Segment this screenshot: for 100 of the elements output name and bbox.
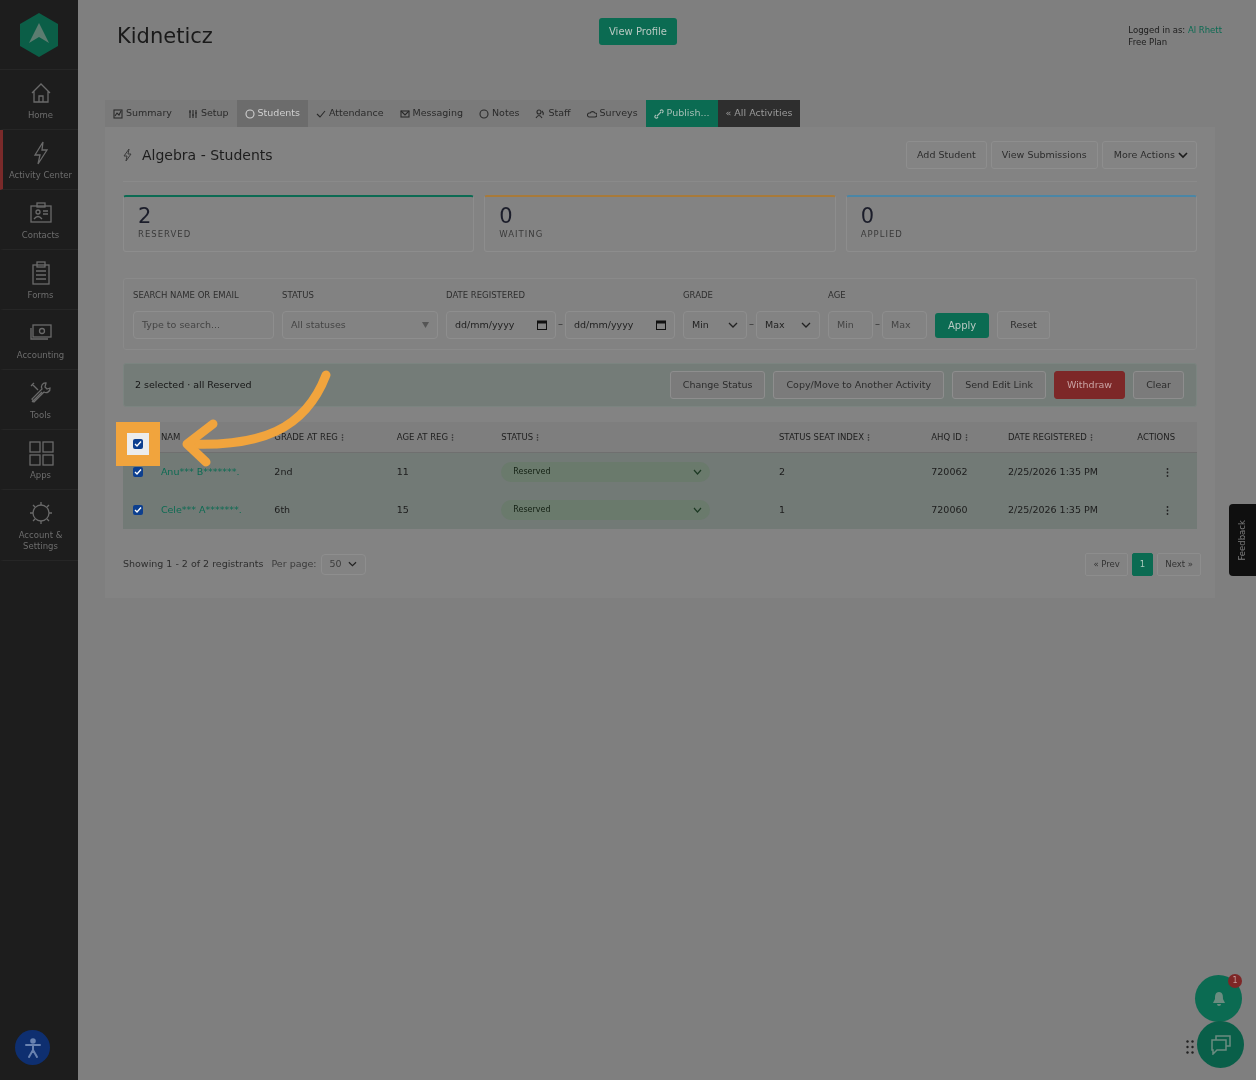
range-dash: – [557,316,564,331]
more-actions-button[interactable]: More Actions [1101,141,1197,170]
tab[interactable]: « All Activities [717,100,801,127]
sort-icon[interactable] [340,433,344,441]
per-page-select[interactable]: 50 [320,553,366,575]
check-icon [315,108,326,119]
notifications-button[interactable] [1195,975,1242,1022]
action-button[interactable]: View Submissions [990,141,1098,170]
tab[interactable]: Surveys [578,100,646,127]
sort-icon[interactable] [964,433,968,441]
filter-label: STATUS [282,289,315,302]
column-header: STATUS SEAT INDEX [778,430,864,444]
kebab-menu-icon[interactable] [1165,505,1169,515]
bulk-action-button[interactable]: Withdraw [1054,370,1126,400]
circle-icon [244,108,255,119]
date-field[interactable]: dd/mm/yyyy [446,310,556,339]
table-cell: 2/25/2026 1:35 PM [1007,503,1098,515]
column-header: DATE REGISTERED [1007,430,1087,444]
table-cell: 15 [396,503,409,515]
checkbox[interactable] [133,505,143,516]
column-header: ACTIONS [1137,430,1176,444]
logged-in-text: Logged in as: Al Rhett [1128,24,1222,37]
filter-label: GRADE [683,289,714,302]
table-cell: 2/25/2026 1:35 PM [1007,465,1098,477]
status-select[interactable]: Reserved [501,500,711,521]
table-cell: 6th [274,503,291,515]
notification-count-badge: 1 [1228,974,1242,988]
logo-icon[interactable] [19,11,59,58]
sidebar-item[interactable]: Accounting [0,310,78,371]
triangle-down-icon [422,321,429,328]
pagination-button[interactable]: Next » [1157,553,1201,576]
column-header: AHQ ID [931,430,962,444]
chevron-down-icon [693,469,703,476]
grid-icon [27,440,54,467]
bulk-action-button[interactable]: Copy/Move to Another Activity [773,370,945,400]
chat-button[interactable] [1197,1021,1244,1068]
bulk-action-button[interactable]: Change Status [669,370,766,400]
link-icon [653,108,664,119]
table-cell: 2nd [274,465,293,477]
chevron-down-icon [693,507,703,514]
tab[interactable]: Setup [179,100,237,127]
age-field[interactable]: Max [882,310,927,339]
filter-label: SEARCH NAME OR EMAIL [133,289,240,302]
filter-label: AGE [828,289,847,302]
checkbox[interactable] [133,439,143,449]
kebab-menu-icon[interactable] [1165,467,1169,477]
sort-icon[interactable] [451,433,454,441]
tab[interactable]: Attendance [307,100,392,127]
stat-label: RESERVED [138,228,193,242]
bell-icon [1211,990,1226,1007]
tab[interactable]: Students [236,100,308,127]
chart-icon [113,108,123,119]
sidebar-item[interactable]: Contacts [0,190,78,251]
checkbox[interactable] [133,467,143,478]
stat-label: WAITING [499,228,545,242]
age-field[interactable]: Min [828,310,873,339]
range-dash: – [874,316,881,331]
calendar-icon [537,319,547,330]
settings-icon [27,500,54,527]
stat-value: 2 [138,205,153,229]
pagination-button[interactable]: 1 [1131,553,1154,576]
sort-icon[interactable] [1089,433,1093,441]
stat-label: APPLIED [860,228,904,242]
tab[interactable]: Messaging [391,100,471,127]
tab[interactable]: Summary [105,100,180,127]
pagination-button[interactable]: « Prev [1085,553,1128,576]
sort-icon[interactable] [867,433,870,441]
search-field[interactable]: Type to search... [133,310,274,339]
date-field[interactable]: dd/mm/yyyy [565,310,675,339]
grade-select[interactable]: Max [756,310,820,339]
tab[interactable]: Publish... [645,100,718,127]
sort-icon[interactable] [536,433,540,441]
drag-handle-icon[interactable] [1186,1040,1194,1054]
app-title: Kidneticz [116,23,214,50]
tab[interactable]: Staff [527,100,579,127]
chevron-down-icon [801,321,811,328]
tab[interactable]: Notes [471,100,528,127]
table-cell: 11 [396,465,409,477]
stat-value: 0 [860,205,876,229]
mail-icon [399,108,410,119]
sidebar-item[interactable]: Apps [0,430,78,491]
apply-button[interactable]: Apply [935,312,990,338]
action-button[interactable]: Add Student [906,141,987,170]
bulk-action-button[interactable]: Send Edit Link [952,370,1047,400]
sidebar-item[interactable]: Activity Center [0,130,78,191]
sidebar-item[interactable]: Forms [0,250,78,311]
sidebar-item[interactable]: Account & Settings [0,490,78,562]
stat-value: 0 [499,205,514,229]
bulk-action-button[interactable]: Clear [1133,370,1184,400]
sidebar-item[interactable]: Tools [0,370,78,431]
view-profile-button[interactable]: View Profile [599,18,677,45]
selection-summary: 2 selected · all Reserved [135,377,252,392]
reset-button[interactable]: Reset [997,310,1050,339]
sidebar-item[interactable]: Home [0,70,78,131]
status-select[interactable]: Reserved [501,462,711,483]
grade-select[interactable]: Min [683,310,747,339]
table-cell: 2 [778,465,785,477]
feedback-tab[interactable]: Feedback [1229,504,1256,576]
calendar-icon [656,319,666,330]
status-select[interactable]: All statuses [282,310,438,339]
